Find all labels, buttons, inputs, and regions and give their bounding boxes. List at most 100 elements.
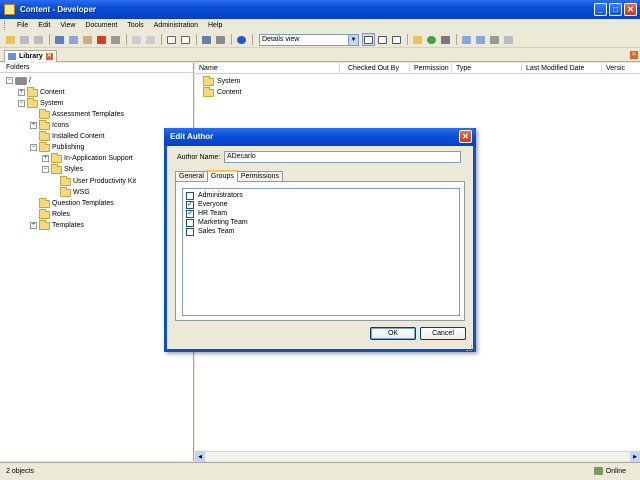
group-checkbox[interactable]: [186, 191, 194, 200]
view-select[interactable]: Details view ▼: [259, 33, 359, 46]
expand-icon[interactable]: +: [30, 222, 37, 229]
tree-node-in-application-support[interactable]: + In-Application Support: [42, 152, 133, 164]
tree-node-label: /: [29, 77, 31, 84]
tab-library-label: Library: [19, 53, 43, 60]
menu-administration[interactable]: Administration: [149, 22, 203, 29]
group-item-marketing-team[interactable]: Marketing Team: [186, 218, 248, 227]
undo-icon[interactable]: [130, 33, 143, 46]
tree-node-content[interactable]: + Content: [18, 86, 65, 98]
list-item[interactable]: Content: [203, 86, 242, 98]
list-header: Name Checked Out By Permission Type Last…: [195, 63, 640, 74]
back-icon[interactable]: [18, 33, 31, 46]
close-tab-icon[interactable]: ✕: [45, 53, 53, 60]
delete-icon[interactable]: [95, 33, 108, 46]
group-item-everyone[interactable]: ✓ Everyone: [186, 200, 228, 209]
menu-tools[interactable]: Tools: [122, 22, 148, 29]
column-header-version[interactable]: Versic: [602, 63, 640, 74]
menu-file[interactable]: File: [12, 22, 33, 29]
expand-icon[interactable]: +: [30, 122, 37, 129]
history-icon[interactable]: [488, 33, 501, 46]
collapse-icon[interactable]: −: [42, 166, 49, 173]
menu-view[interactable]: View: [55, 22, 80, 29]
tree-node-assessment-templates[interactable]: Assessment Templates: [39, 108, 124, 120]
find-icon[interactable]: [200, 33, 213, 46]
dialog-close-button[interactable]: ✕: [459, 130, 472, 143]
group-label: Administrators: [198, 192, 243, 199]
collapse-icon[interactable]: −: [6, 77, 13, 84]
forward-icon[interactable]: [32, 33, 45, 46]
details-view-icon[interactable]: [362, 33, 375, 46]
split-horizontal-icon[interactable]: [376, 33, 389, 46]
filter-icon[interactable]: [439, 33, 452, 46]
paste-icon[interactable]: [81, 33, 94, 46]
redo-icon[interactable]: [144, 33, 157, 46]
column-header-last-modified-date[interactable]: Last Modified Date: [522, 63, 602, 74]
scroll-right-icon[interactable]: ▶: [630, 452, 640, 462]
check-in-icon[interactable]: [460, 33, 473, 46]
column-header-name[interactable]: Name: [195, 63, 340, 74]
tree-node-label: Content: [40, 89, 65, 96]
resize-grip[interactable]: [466, 345, 472, 351]
author-name-field[interactable]: ADecarlo: [224, 151, 461, 163]
tree-node-roles[interactable]: Roles: [39, 208, 70, 220]
menu-bar: File Edit View Document Tools Administra…: [0, 19, 640, 32]
column-header-checked-out-by[interactable]: Checked Out By: [340, 63, 410, 74]
menu-help[interactable]: Help: [203, 22, 227, 29]
column-header-type[interactable]: Type: [452, 63, 522, 74]
list-item[interactable]: System: [203, 75, 240, 87]
menubar-grip[interactable]: [4, 21, 7, 30]
expand-icon[interactable]: +: [42, 155, 49, 162]
menu-edit[interactable]: Edit: [33, 22, 55, 29]
toolbar-separator: [126, 34, 127, 45]
collapse-icon[interactable]: −: [18, 100, 25, 107]
group-checkbox[interactable]: [186, 218, 194, 227]
tab-library[interactable]: Library ✕: [4, 50, 57, 62]
unlock-icon[interactable]: [502, 33, 515, 46]
group-item-administrators[interactable]: Administrators: [186, 191, 243, 200]
tree-node-installed-content[interactable]: Installed Content: [39, 130, 105, 142]
cut-icon[interactable]: [53, 33, 66, 46]
collapse-icon[interactable]: −: [30, 144, 37, 151]
tree-node-root[interactable]: − /: [6, 75, 31, 86]
maximize-button[interactable]: □: [609, 3, 622, 16]
folders-header: Folders: [0, 63, 193, 73]
menu-document[interactable]: Document: [80, 22, 122, 29]
close-button[interactable]: ✕: [624, 3, 637, 16]
tree-node-question-templates[interactable]: Question Templates: [39, 197, 114, 209]
folder-icon: [203, 75, 214, 86]
group-checkbox[interactable]: ✓: [186, 200, 194, 209]
group-item-hr-team[interactable]: ✓ HR Team: [186, 209, 227, 218]
group-item-sales-team[interactable]: Sales Team: [186, 227, 234, 236]
tree-node-wsg[interactable]: WSG: [60, 186, 90, 198]
help-icon[interactable]: [235, 33, 248, 46]
tree-node-icons[interactable]: + Icons: [30, 119, 69, 131]
spell-check-icon[interactable]: [214, 33, 227, 46]
repository-icon: [15, 76, 27, 85]
properties-icon[interactable]: [109, 33, 122, 46]
ok-button[interactable]: OK: [370, 327, 416, 340]
tree-node-system[interactable]: − System: [18, 97, 63, 109]
expand-icon[interactable]: [165, 33, 178, 46]
tree-node-user-productivity-kit[interactable]: User Productivity Kit: [60, 175, 136, 187]
refresh-icon[interactable]: [425, 33, 438, 46]
expand-icon[interactable]: +: [18, 89, 25, 96]
tree-node-publishing[interactable]: − Publishing: [30, 141, 84, 153]
group-checkbox[interactable]: [186, 227, 194, 236]
horizontal-scrollbar[interactable]: ◀ ▶: [195, 451, 640, 462]
scroll-left-icon[interactable]: ◀: [195, 452, 205, 462]
close-pane-icon[interactable]: ✕: [630, 51, 638, 59]
tree-node-templates[interactable]: + Templates: [30, 219, 84, 231]
minimize-button[interactable]: _: [594, 3, 607, 16]
tab-groups[interactable]: Groups: [206, 170, 238, 182]
check-out-icon[interactable]: [474, 33, 487, 46]
copy-icon[interactable]: [67, 33, 80, 46]
column-header-permission[interactable]: Permission: [410, 63, 452, 74]
open-folder-icon[interactable]: [4, 33, 17, 46]
new-folder-icon[interactable]: [411, 33, 424, 46]
tree-node-styles[interactable]: − Styles: [42, 163, 83, 175]
group-checkbox[interactable]: ✓: [186, 209, 194, 218]
chevron-down-icon[interactable]: ▼: [348, 34, 358, 45]
collapse-icon[interactable]: [179, 33, 192, 46]
split-vertical-icon[interactable]: [390, 33, 403, 46]
cancel-button[interactable]: Cancel: [420, 327, 466, 340]
